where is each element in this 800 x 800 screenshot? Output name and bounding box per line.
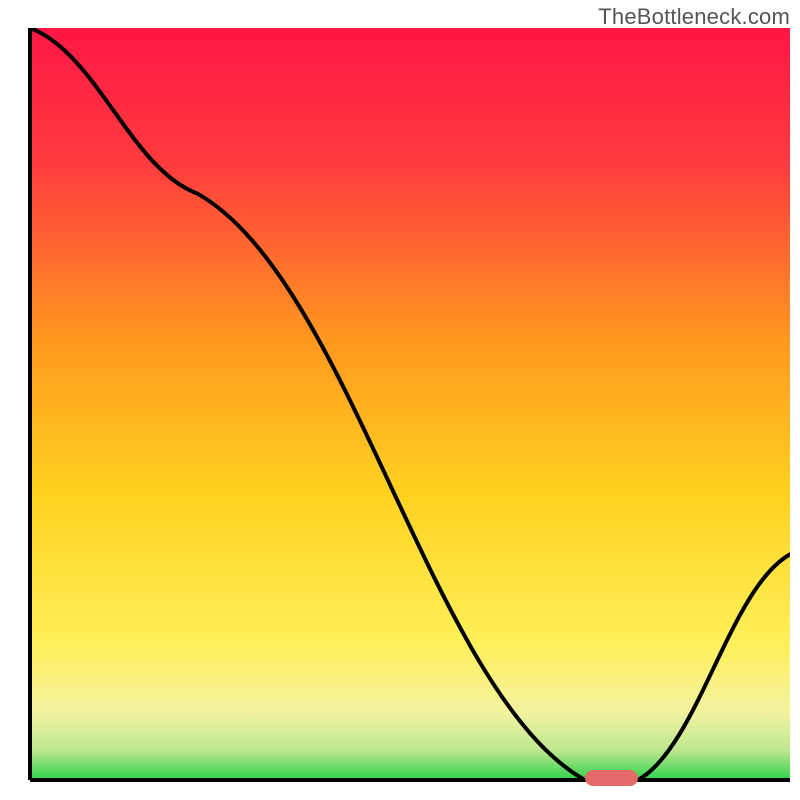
bottleneck-chart — [0, 0, 800, 800]
optimal-range-marker — [585, 770, 638, 786]
gradient-background — [30, 28, 790, 780]
chart-frame: TheBottleneck.com — [0, 0, 800, 800]
watermark-label: TheBottleneck.com — [598, 4, 790, 30]
